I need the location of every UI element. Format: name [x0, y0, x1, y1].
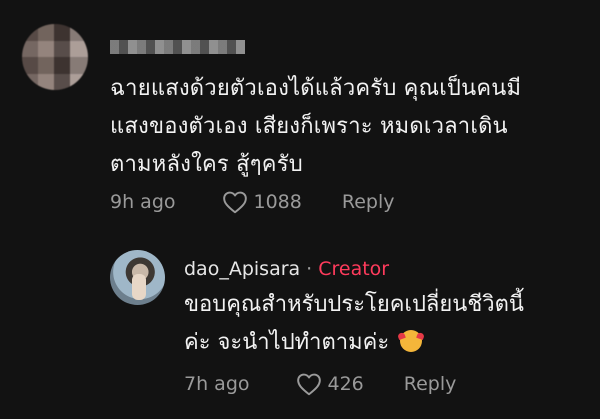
- reply-text: ขอบคุณสำหรับประโยคเปลี่ยนชีวิตนี้ ค่ะ จะ…: [184, 286, 584, 362]
- reply-username[interactable]: dao_Apisara: [184, 258, 300, 280]
- comment-text: ฉายแสงด้วยตัวเองได้แล้วครับ คุณเป็นคนมี …: [110, 70, 590, 184]
- reply-text-line: ค่ะ จะนำไปทำตามค่ะ: [184, 330, 390, 355]
- reply-like-count: 426: [327, 373, 364, 395]
- comment-text-line: แสงของตัวเอง เสียงก็เพราะ หมดเวลาเดิน: [110, 114, 508, 139]
- reply-header: dao_Apisara · Creator: [184, 258, 389, 280]
- comment-timestamp: 9h ago: [110, 191, 176, 213]
- reply-meta: 7h ago 426 Reply: [184, 372, 456, 396]
- creator-badge: Creator: [318, 258, 390, 280]
- reply-text-line-2: ค่ะ จะนำไปทำตามค่ะ: [184, 324, 584, 362]
- reply-button[interactable]: Reply: [342, 191, 395, 213]
- smiling-face-with-hearts-icon: [400, 330, 423, 352]
- separator-dot: ·: [306, 258, 313, 280]
- commenter-name-blurred[interactable]: [110, 40, 245, 54]
- comment-text-line: ตามหลังใคร สู้ๆครับ: [110, 152, 303, 177]
- reply-timestamp: 7h ago: [184, 373, 250, 395]
- heart-outline-icon: [222, 191, 247, 214]
- comment-meta: 9h ago 1088 Reply: [110, 190, 394, 214]
- commenter-avatar-blurred[interactable]: [22, 24, 88, 90]
- reply-to-reply-button[interactable]: Reply: [404, 373, 457, 395]
- like-count: 1088: [253, 191, 302, 213]
- reply-like-button[interactable]: 426: [296, 372, 364, 396]
- like-button[interactable]: 1088: [222, 190, 302, 214]
- creator-avatar[interactable]: [110, 250, 165, 305]
- comment-text-line: ฉายแสงด้วยตัวเองได้แล้วครับ คุณเป็นคนมี: [110, 76, 522, 101]
- heart-outline-icon: [296, 373, 321, 396]
- reply-text-line: ขอบคุณสำหรับประโยคเปลี่ยนชีวิตนี้: [184, 292, 524, 317]
